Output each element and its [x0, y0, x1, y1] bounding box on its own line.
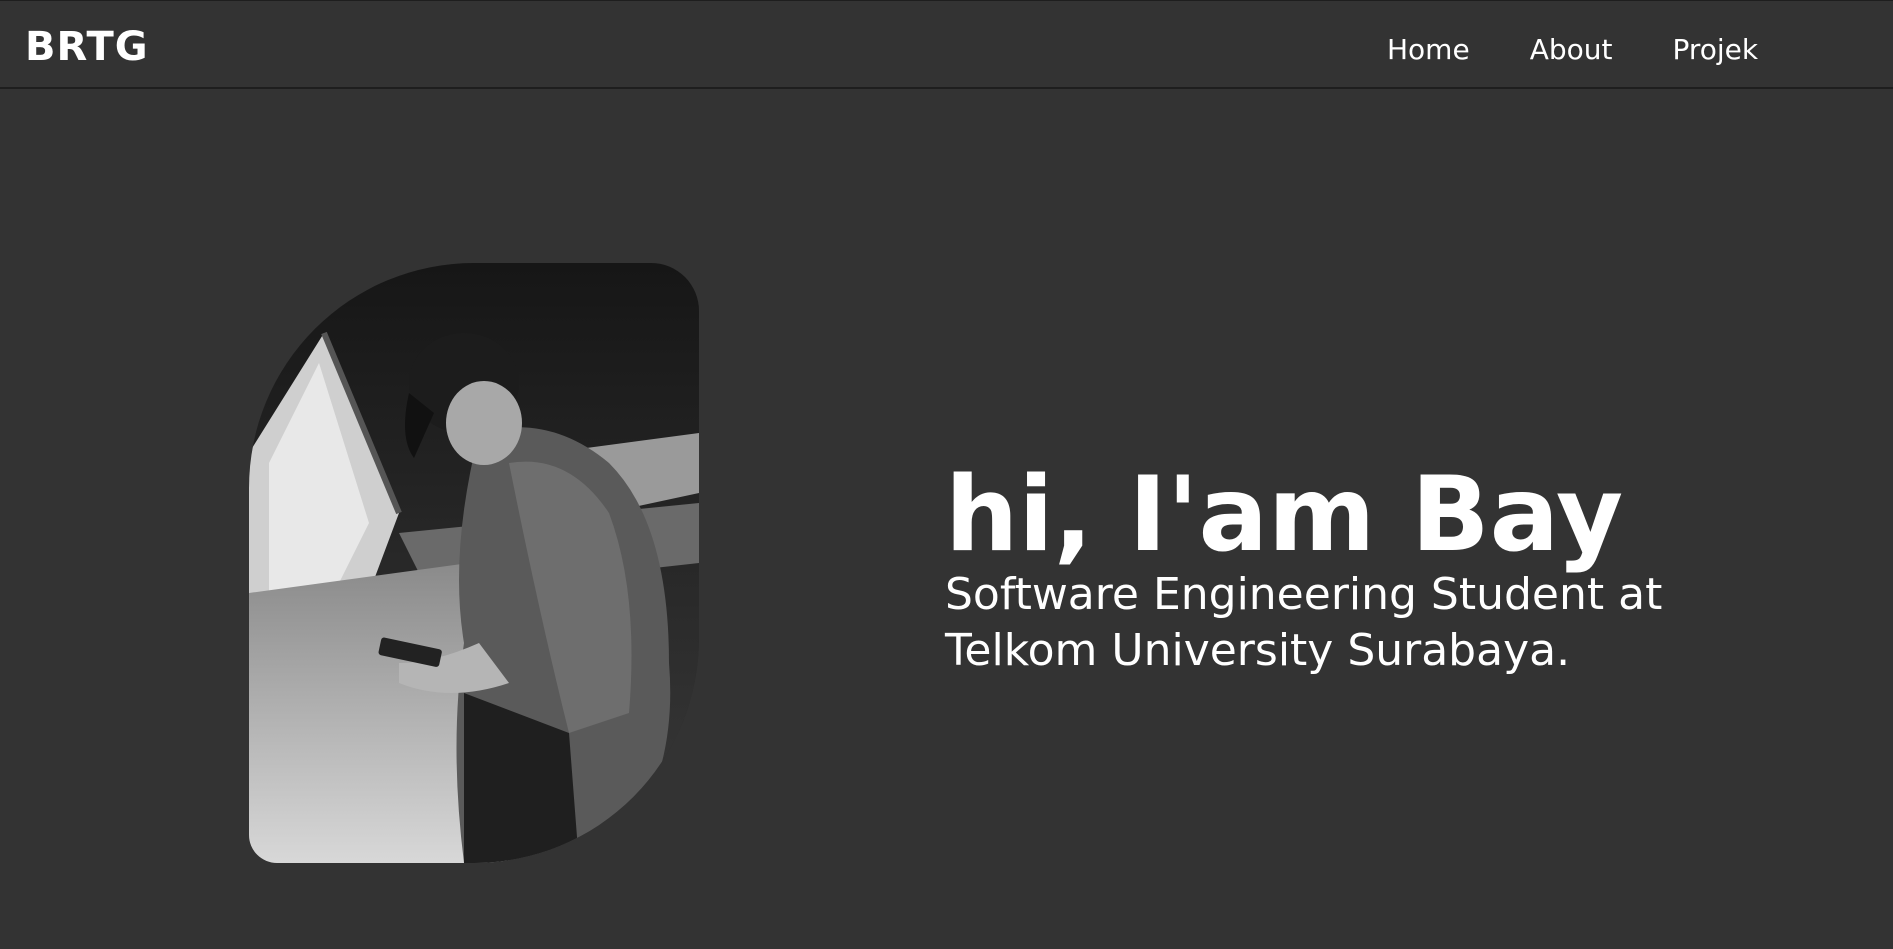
navbar: BRTG Home About Projek — [0, 0, 1893, 89]
hero-subtitle: Software Engineering Student at Telkom U… — [945, 569, 1663, 676]
profile-photo — [249, 263, 699, 863]
nav-link-projek[interactable]: Projek — [1672, 31, 1758, 69]
hero-text: hi, I'am Bay Software Engineering Studen… — [945, 455, 1705, 679]
nav-link-about[interactable]: About — [1530, 31, 1613, 69]
nav-link-home[interactable]: Home — [1387, 31, 1470, 69]
hero-title: hi, I'am Bay — [945, 455, 1624, 575]
nav-links: Home About Projek — [1387, 31, 1758, 69]
brand-logo[interactable]: BRTG — [25, 23, 149, 71]
